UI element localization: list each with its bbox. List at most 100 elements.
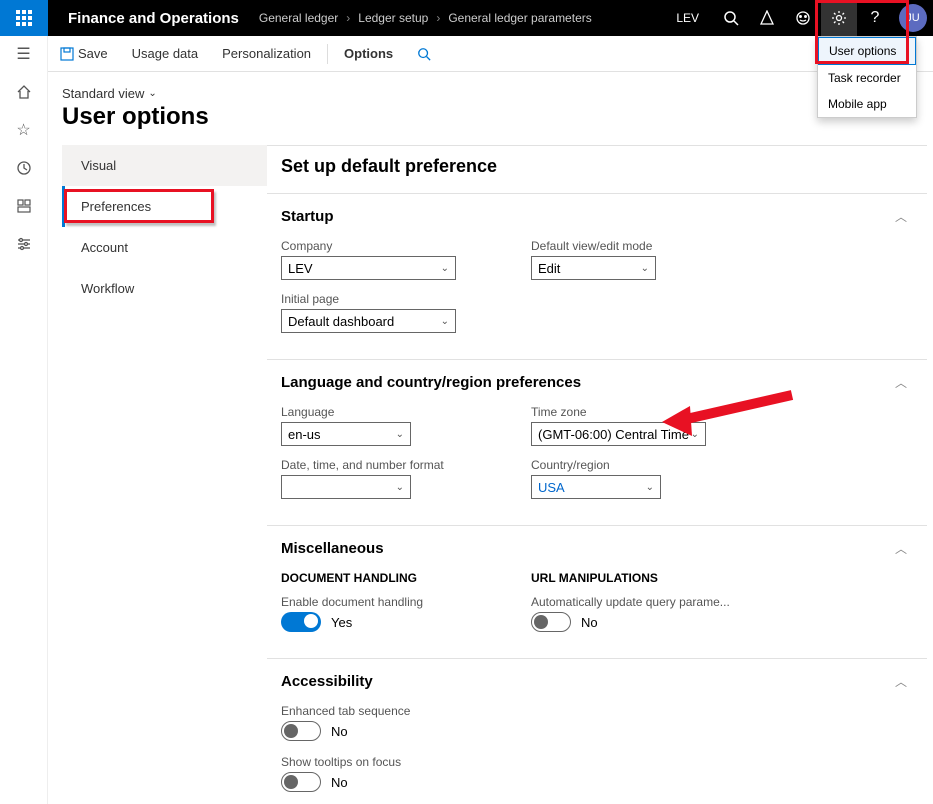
- chevron-right-icon: ›: [346, 11, 350, 25]
- breadcrumb-item[interactable]: Ledger setup: [358, 11, 428, 25]
- viewmode-select[interactable]: Edit ⌄: [531, 256, 656, 280]
- field-label: Enable document handling: [281, 595, 481, 609]
- workspaces-icon[interactable]: [14, 196, 34, 216]
- find-icon[interactable]: [405, 36, 443, 71]
- notifications-icon[interactable]: [749, 0, 785, 36]
- toggle-value: No: [331, 775, 348, 790]
- modules-icon[interactable]: [14, 234, 34, 254]
- chevron-down-icon: ⌄: [646, 482, 654, 493]
- field-value: en-us: [288, 427, 321, 442]
- enhanced-tab-toggle[interactable]: [281, 721, 321, 741]
- field-label: Show tooltips on focus: [281, 755, 913, 769]
- save-button[interactable]: Save: [48, 36, 120, 71]
- content-title: Set up default preference: [267, 146, 927, 193]
- field-label: Language: [281, 405, 481, 419]
- left-nav-rail: ☰ ☆: [0, 36, 48, 804]
- toggle-value: No: [581, 615, 598, 630]
- field-label: Company: [281, 239, 481, 253]
- field-label: Enhanced tab sequence: [281, 704, 913, 718]
- main-content: Standard view ⌄ User options Visual Pref…: [48, 72, 933, 804]
- breadcrumb-item[interactable]: General ledger: [259, 11, 338, 25]
- toggle-value: Yes: [331, 615, 352, 630]
- menu-item-user-options[interactable]: User options: [818, 37, 916, 65]
- feedback-icon[interactable]: [785, 0, 821, 36]
- url-manipulations-toggle[interactable]: [531, 612, 571, 632]
- section-heading: Language and country/region preferences: [281, 374, 913, 391]
- help-icon[interactable]: ?: [857, 0, 893, 36]
- field-value: USA: [538, 480, 565, 495]
- toggle-value: No: [331, 724, 348, 739]
- section-heading: Accessibility: [281, 673, 913, 690]
- collapse-icon[interactable]: ︿: [895, 374, 907, 391]
- document-handling-toggle[interactable]: [281, 612, 321, 632]
- breadcrumb-item[interactable]: General ledger parameters: [448, 11, 591, 25]
- chevron-down-icon: ⌄: [396, 482, 404, 493]
- field-label: Country/region: [531, 458, 731, 472]
- field-value: (GMT-06:00) Central Time (U...: [538, 427, 691, 442]
- app-title: Finance and Operations: [48, 10, 259, 27]
- chevron-right-icon: ›: [436, 11, 440, 25]
- chevron-down-icon: ⌄: [148, 88, 156, 99]
- field-value: Default dashboard: [288, 314, 394, 329]
- section-heading: Startup: [281, 208, 913, 225]
- content-panel: Set up default preference ︿ Startup Comp…: [267, 145, 927, 804]
- top-navbar: Finance and Operations General ledger › …: [0, 0, 933, 36]
- company-select[interactable]: LEV ⌄: [281, 256, 456, 280]
- company-picker[interactable]: LEV: [662, 11, 713, 25]
- settings-icon[interactable]: [821, 0, 857, 36]
- page-title: User options: [62, 103, 927, 131]
- timezone-select[interactable]: (GMT-06:00) Central Time (U... ⌄: [531, 422, 706, 446]
- tab-account[interactable]: Account: [62, 227, 267, 268]
- field-label: Automatically update query parame...: [531, 595, 731, 609]
- view-label: Standard view: [62, 86, 144, 101]
- date-format-select[interactable]: ⌄: [281, 475, 411, 499]
- section-misc: ︿ Miscellaneous Document Handling Enable…: [267, 525, 927, 658]
- tab-preferences[interactable]: Preferences: [62, 186, 267, 227]
- field-label: Default view/edit mode: [531, 239, 731, 253]
- save-label: Save: [78, 46, 108, 61]
- field-value: Edit: [538, 261, 560, 276]
- settings-dropdown: User options Task recorder Mobile app: [817, 36, 917, 118]
- chevron-down-icon: ⌄: [396, 429, 404, 440]
- side-tabs: Visual Preferences Account Workflow: [62, 145, 267, 804]
- breadcrumb: General ledger › Ledger setup › General …: [259, 11, 592, 25]
- tab-visual[interactable]: Visual: [62, 145, 267, 186]
- field-label: Initial page: [281, 292, 481, 306]
- country-select[interactable]: USA ⌄: [531, 475, 661, 499]
- collapse-icon[interactable]: ︿: [895, 673, 907, 690]
- app-launcher-icon[interactable]: [0, 0, 48, 36]
- home-icon[interactable]: [14, 82, 34, 102]
- subheading: URL Manipulations: [531, 571, 731, 585]
- section-startup: ︿ Startup Company LEV ⌄ Default view/edi…: [267, 193, 927, 359]
- field-label: Date, time, and number format: [281, 458, 481, 472]
- chevron-down-icon: ⌄: [441, 263, 449, 274]
- tooltips-toggle[interactable]: [281, 772, 321, 792]
- personalization-button[interactable]: Personalization: [210, 36, 323, 71]
- hamburger-icon[interactable]: ☰: [14, 44, 34, 64]
- chevron-down-icon: ⌄: [441, 316, 449, 327]
- view-selector[interactable]: Standard view ⌄: [62, 86, 927, 101]
- options-button[interactable]: Options: [332, 36, 405, 71]
- field-value: LEV: [288, 261, 313, 276]
- section-accessibility: ︿ Accessibility Enhanced tab sequence No…: [267, 658, 927, 804]
- chevron-down-icon: ⌄: [641, 263, 649, 274]
- section-language: ︿ Language and country/region preference…: [267, 359, 927, 525]
- user-avatar[interactable]: JU: [899, 4, 927, 32]
- divider: [327, 44, 328, 64]
- subheading: Document Handling: [281, 571, 481, 585]
- initial-page-select[interactable]: Default dashboard ⌄: [281, 309, 456, 333]
- section-heading: Miscellaneous: [281, 540, 913, 557]
- search-icon[interactable]: [713, 0, 749, 36]
- collapse-icon[interactable]: ︿: [895, 540, 907, 557]
- chevron-down-icon: ⌄: [691, 429, 699, 440]
- collapse-icon[interactable]: ︿: [895, 208, 907, 225]
- field-label: Time zone: [531, 405, 731, 419]
- menu-item-task-recorder[interactable]: Task recorder: [818, 65, 916, 91]
- tab-workflow[interactable]: Workflow: [62, 268, 267, 309]
- usage-data-button[interactable]: Usage data: [120, 36, 211, 71]
- menu-item-mobile-app[interactable]: Mobile app: [818, 91, 916, 117]
- language-select[interactable]: en-us ⌄: [281, 422, 411, 446]
- action-bar: Save Usage data Personalization Options …: [0, 36, 933, 72]
- recent-icon[interactable]: [14, 158, 34, 178]
- favorites-icon[interactable]: ☆: [14, 120, 34, 140]
